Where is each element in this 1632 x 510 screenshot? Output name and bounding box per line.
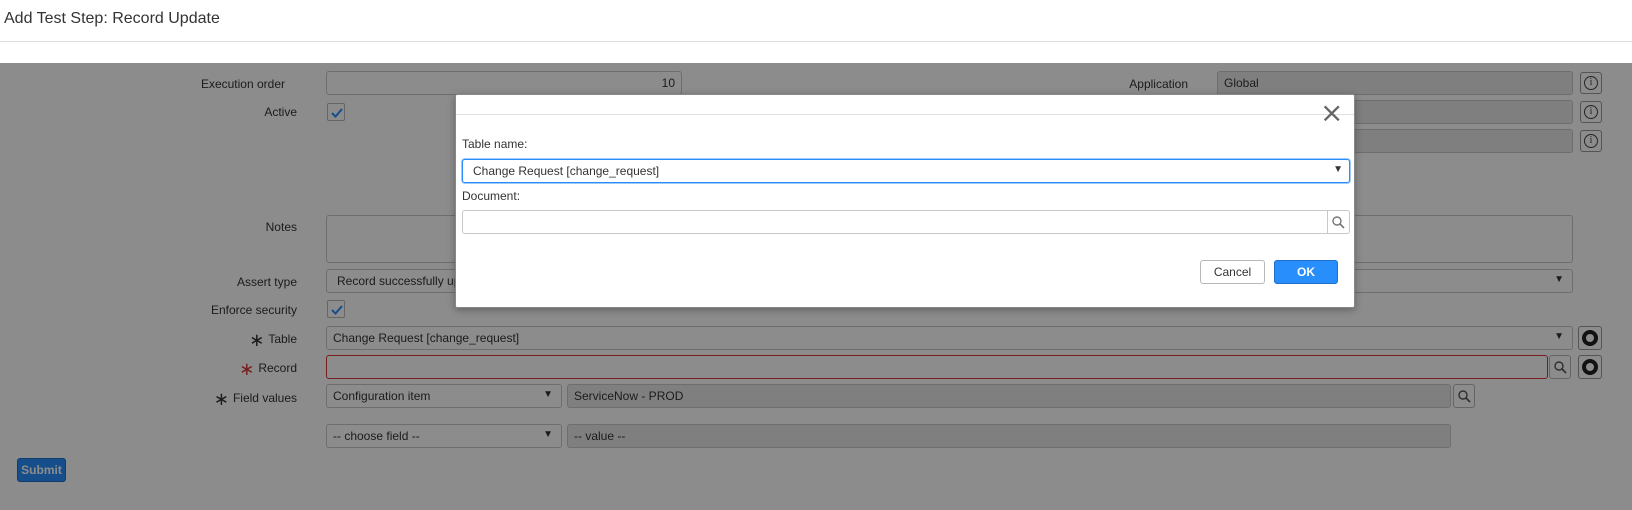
document-search-button[interactable]	[1327, 210, 1350, 234]
close-icon[interactable]: ×	[1320, 99, 1343, 127]
chevron-down-icon: ▼	[1333, 164, 1343, 175]
search-icon	[1332, 216, 1345, 229]
dialog-header	[456, 95, 1354, 115]
page-header: Add Test Step: Record Update	[0, 0, 1632, 42]
table-name-value: Change Request [change_request]	[473, 164, 660, 178]
ok-button[interactable]: OK	[1274, 260, 1338, 284]
record-picker-dialog: × Table name: Change Request [change_req…	[455, 94, 1355, 308]
cancel-button[interactable]: Cancel	[1200, 260, 1265, 284]
document-label: Document:	[462, 189, 521, 203]
document-input[interactable]	[462, 210, 1328, 234]
page-title: Add Test Step: Record Update	[4, 10, 220, 27]
table-name-select[interactable]: Change Request [change_request] ▼	[462, 159, 1350, 183]
table-name-label: Table name:	[462, 137, 528, 151]
